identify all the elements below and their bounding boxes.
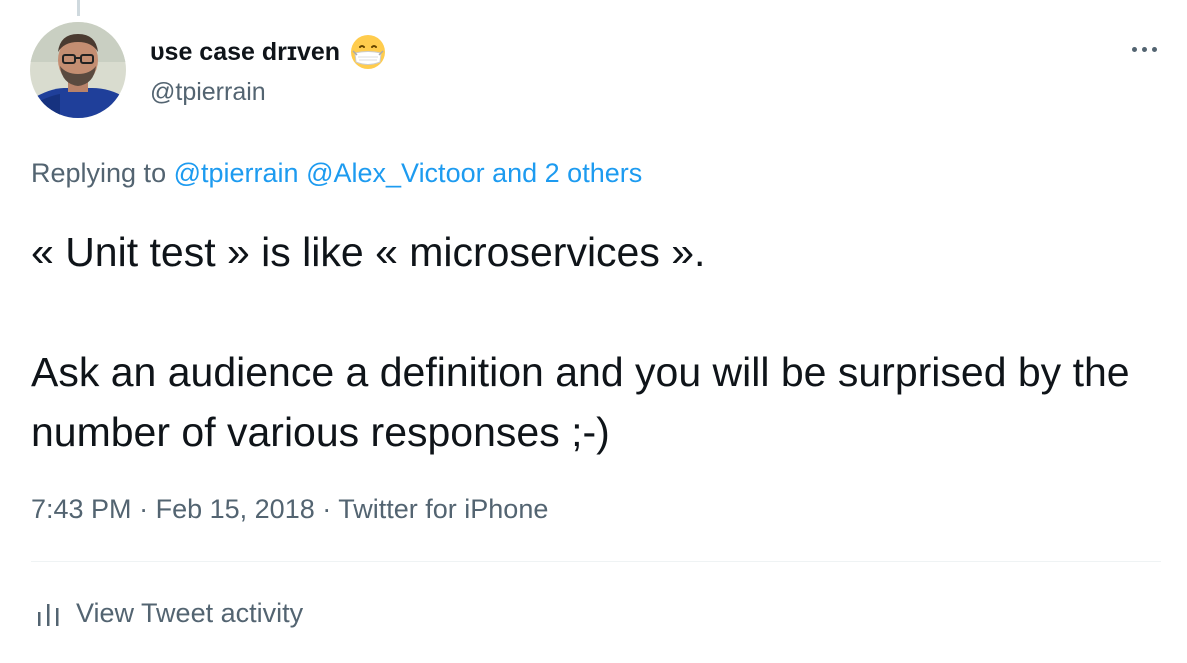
tweet-date-link[interactable]: Feb 15, 2018: [156, 494, 315, 524]
more-dot: [1151, 46, 1157, 52]
author-display-name[interactable]: ᴜse case drɪven: [150, 34, 386, 70]
thread-connector-line: [77, 0, 80, 16]
avatar-image: [30, 22, 126, 118]
divider: [31, 561, 1161, 562]
tweet-time-link[interactable]: 7:43 PM: [31, 494, 132, 524]
more-dot: [1141, 46, 1147, 52]
replying-to: Replying to @tpierrain @Alex_Victoor and…: [31, 158, 642, 189]
tweet-text: « Unit test » is like « microservices ».…: [31, 222, 1161, 462]
avatar[interactable]: [30, 22, 126, 118]
meta-separator: ·: [139, 494, 149, 524]
view-tweet-activity-button[interactable]: View Tweet activity: [36, 598, 303, 629]
reply-mention-tpierrain[interactable]: @tpierrain: [174, 158, 299, 188]
face-with-medical-mask-icon: [350, 34, 386, 70]
author-handle[interactable]: @tpierrain: [150, 78, 266, 107]
more-options-button[interactable]: [1124, 34, 1164, 64]
bar-chart-icon: [38, 603, 59, 626]
reply-mention-alex-victoor[interactable]: @Alex_Victoor: [306, 158, 485, 188]
tweet-text-line-2: Ask an audience a definition and you wil…: [31, 349, 1130, 455]
tweet-text-line-1: « Unit test » is like « microservices ».: [31, 229, 706, 275]
replying-prefix: Replying to: [31, 158, 167, 188]
display-name-text: ᴜse case drɪven: [150, 37, 341, 66]
reply-others-link[interactable]: and 2 others: [492, 158, 642, 188]
tweet-detail: ᴜse case drɪven @tpierrain Replying to @…: [0, 0, 1187, 663]
tweet-text-spacer: [31, 282, 1161, 342]
tweet-metadata: 7:43 PM · Feb 15, 2018 · Twitter for iPh…: [31, 494, 548, 525]
more-dots-icon: [1131, 46, 1137, 52]
tweet-source-link[interactable]: Twitter for iPhone: [338, 494, 548, 524]
view-tweet-activity-label: View Tweet activity: [76, 598, 304, 628]
meta-separator: ·: [322, 494, 332, 524]
